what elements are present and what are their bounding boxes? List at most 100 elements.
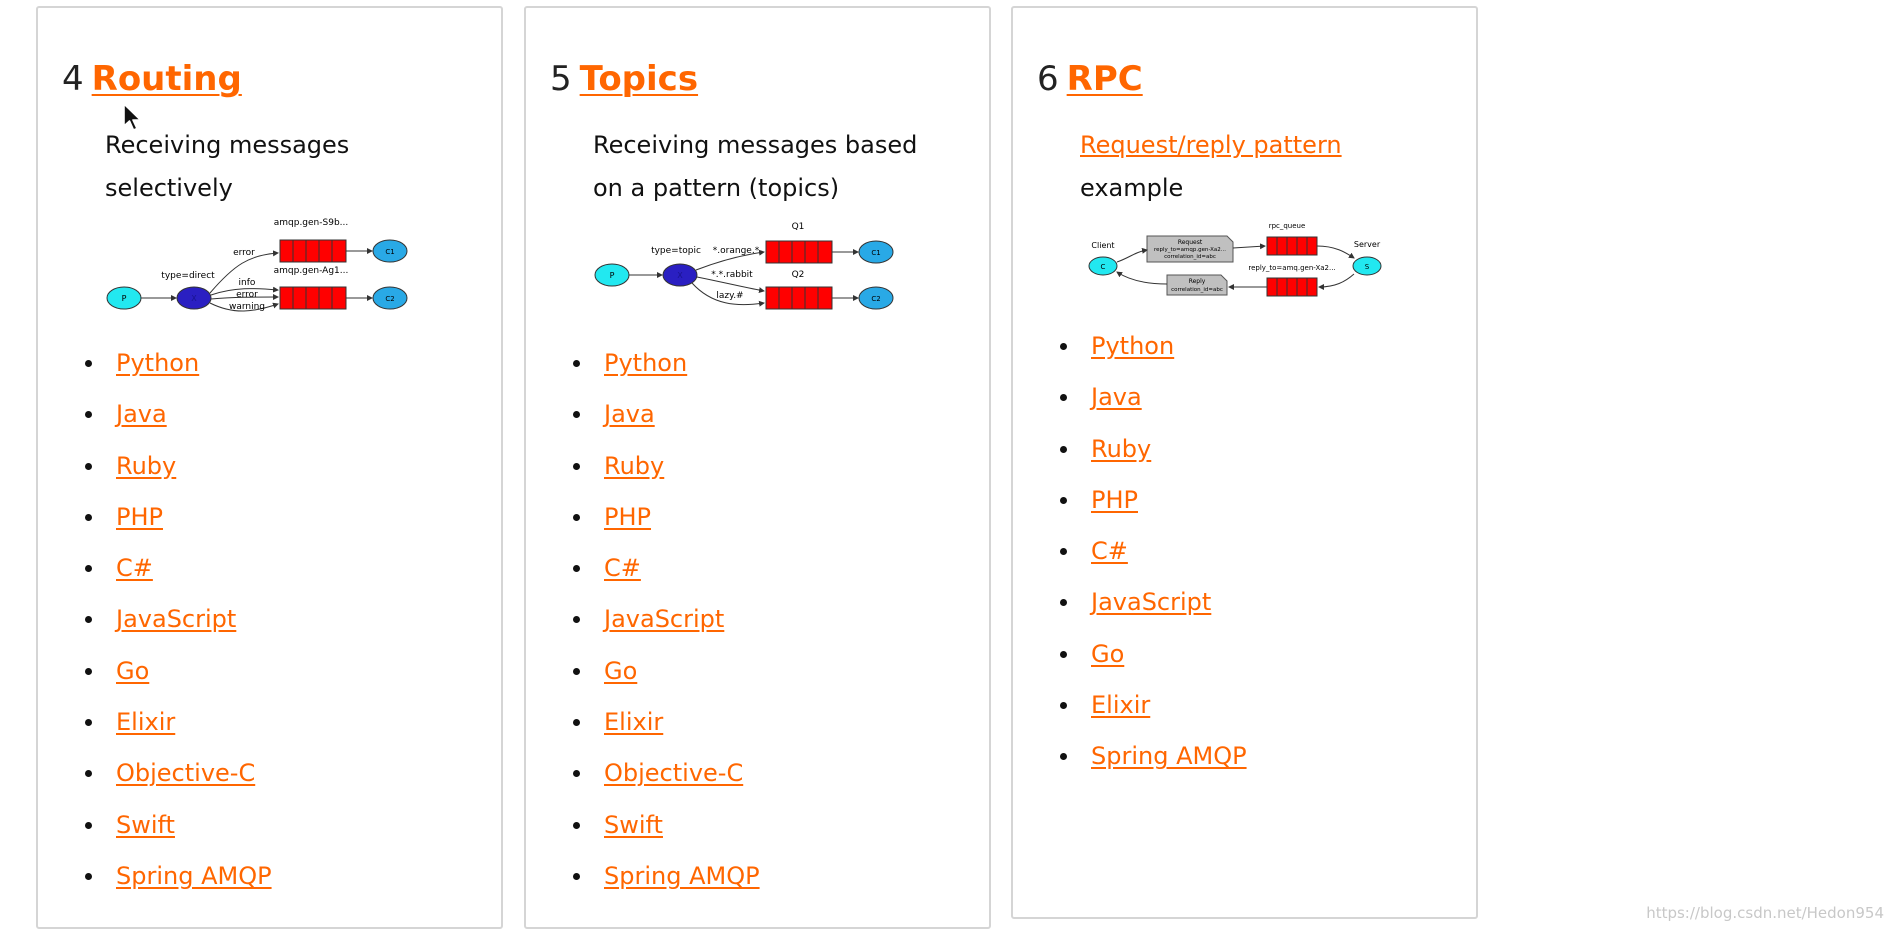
server-caption: Server [1354, 240, 1381, 249]
svg-text:Request: Request [1178, 239, 1203, 246]
language-link[interactable]: Objective-C [116, 759, 255, 787]
language-link[interactable]: Python [116, 349, 199, 377]
list-item: Ruby [1013, 429, 1247, 480]
tutorial-number: 4 [62, 59, 84, 99]
language-link[interactable]: Elixir [1091, 691, 1150, 719]
language-link[interactable]: Elixir [116, 708, 175, 736]
language-link[interactable]: Spring AMQP [604, 862, 760, 890]
consumer-label: C1 [385, 248, 394, 256]
list-item: Spring AMQP [38, 856, 272, 907]
language-list: Python Java Ruby PHP C# JavaScript Go Elixir Obj… [38, 343, 272, 907]
svg-text:correlation_id=abc: correlation_id=abc [1164, 254, 1216, 260]
list-item: PHP [526, 497, 760, 548]
list-item: Go [526, 651, 760, 702]
list-item: Ruby [38, 446, 272, 497]
svg-text:Reply: Reply [1189, 278, 1206, 285]
routing-diagram: P type=direct X error info error warning… [106, 218, 408, 312]
tutorial-description: Receiving messages based on a pattern (t… [593, 131, 918, 202]
language-link[interactable]: Swift [604, 811, 663, 839]
list-item: Swift [526, 805, 760, 856]
svg-text:correlation_id=abc: correlation_id=abc [1171, 287, 1223, 293]
description-text: example [1080, 174, 1184, 202]
tutorial-number: 6 [1037, 59, 1059, 99]
binding-label: *.*.rabbit [711, 270, 753, 280]
language-link[interactable]: Swift [116, 811, 175, 839]
queue-name: Q2 [792, 270, 805, 280]
card-title: 5 Topics [550, 59, 698, 99]
card-title: 6 RPC [1037, 59, 1143, 99]
language-link[interactable]: C# [116, 554, 153, 582]
tutorial-description: Receiving messages selectively [105, 131, 350, 202]
language-link[interactable]: Elixir [604, 708, 663, 736]
reply-message: Reply correlation_id=abc [1166, 274, 1228, 296]
list-item: C# [526, 548, 760, 599]
list-item: Objective-C [38, 753, 272, 804]
server-label: S [1365, 263, 1370, 271]
language-list: Python Java Ruby PHP C# JavaScript Go Elixir Obj… [526, 343, 760, 907]
tutorial-description: Request/reply pattern example [1080, 124, 1440, 210]
language-link[interactable]: Java [604, 400, 655, 428]
producer-label: P [122, 294, 127, 303]
language-link[interactable]: JavaScript [604, 605, 724, 633]
rpc-queue-name: rpc_queue [1269, 222, 1306, 230]
queue-name: amqp.gen-Ag1... [274, 266, 349, 276]
language-link[interactable]: Spring AMQP [1091, 742, 1247, 770]
language-link[interactable]: Ruby [604, 452, 664, 480]
binding-label: info [239, 278, 256, 288]
client-label: C [1101, 263, 1106, 271]
list-item: Spring AMQP [1013, 736, 1247, 787]
language-link[interactable]: C# [604, 554, 641, 582]
language-link[interactable]: Ruby [116, 452, 176, 480]
list-item: JavaScript [1013, 582, 1247, 633]
language-link[interactable]: C# [1091, 537, 1128, 565]
language-link[interactable]: Go [1091, 640, 1124, 668]
list-item: Elixir [1013, 685, 1247, 736]
tutorial-title-link[interactable]: Topics [580, 59, 698, 99]
binding-label: lazy.# [716, 291, 743, 301]
language-link[interactable]: JavaScript [1091, 588, 1211, 616]
language-link[interactable]: Python [1091, 332, 1174, 360]
consumer-label: C1 [871, 249, 880, 257]
list-item: Objective-C [526, 753, 760, 804]
exchange-type-label: type=direct [161, 271, 215, 281]
list-item: Java [526, 394, 760, 445]
consumer-label: C2 [385, 295, 394, 303]
language-link[interactable]: JavaScript [116, 605, 236, 633]
exchange-label: X [677, 271, 683, 280]
language-link[interactable]: Python [604, 349, 687, 377]
language-link[interactable]: Go [604, 657, 637, 685]
tutorial-title-link[interactable]: RPC [1067, 59, 1143, 99]
language-link[interactable]: Objective-C [604, 759, 743, 787]
language-link[interactable]: Java [116, 400, 167, 428]
language-link[interactable]: Java [1091, 383, 1142, 411]
exchange-label: X [191, 294, 197, 303]
list-item: Java [38, 394, 272, 445]
list-item: Go [1013, 634, 1247, 685]
queue-2 [279, 286, 347, 310]
consumer-label: C2 [871, 295, 880, 303]
list-item: Spring AMQP [526, 856, 760, 907]
language-link[interactable]: PHP [1091, 486, 1138, 514]
reply-queue [1266, 277, 1318, 297]
rpc-queue [1266, 236, 1318, 256]
list-item: Swift [38, 805, 272, 856]
language-link[interactable]: PHP [116, 503, 163, 531]
tutorial-number: 5 [550, 59, 572, 99]
language-link[interactable]: Ruby [1091, 435, 1151, 463]
list-item: Python [38, 343, 272, 394]
list-item: PHP [1013, 480, 1247, 531]
language-link[interactable]: Spring AMQP [116, 862, 272, 890]
list-item: Go [38, 651, 272, 702]
tutorial-title-link[interactable]: Routing [92, 59, 242, 99]
list-item: JavaScript [526, 599, 760, 650]
producer-label: P [610, 271, 615, 280]
mouse-cursor-icon [123, 103, 142, 131]
list-item: Elixir [526, 702, 760, 753]
language-link[interactable]: PHP [604, 503, 651, 531]
client-caption: Client [1091, 241, 1114, 250]
reply-queue-name: reply_to=amq.gen-Xa2... [1248, 264, 1335, 272]
request-reply-link[interactable]: Request/reply pattern [1080, 131, 1342, 159]
binding-label: error [236, 290, 258, 300]
language-link[interactable]: Go [116, 657, 149, 685]
tutorial-card-routing: 4 Routing Receiving messages selectively … [36, 6, 503, 929]
